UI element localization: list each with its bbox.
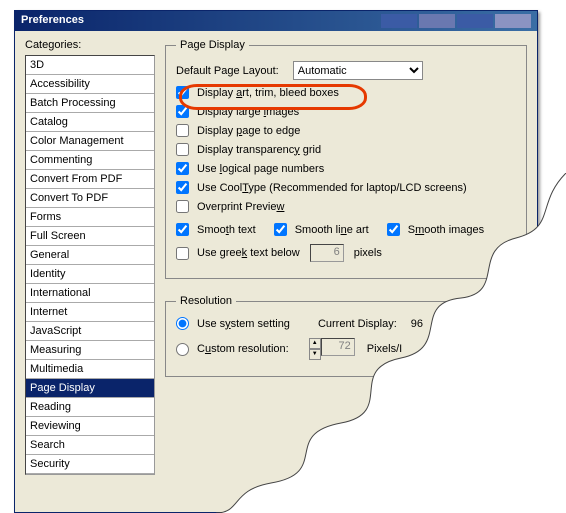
custom-resolution-spinner[interactable]: ▲▼ 72 xyxy=(309,338,355,360)
use-system-setting-radio[interactable] xyxy=(176,317,189,330)
categories-listbox[interactable]: 3DAccessibilityBatch ProcessingCatalogCo… xyxy=(25,55,155,475)
use-cooltype-checkbox[interactable] xyxy=(176,181,189,194)
use-greek-text-option[interactable]: Use greek text below xyxy=(176,247,300,260)
use-logical-page-numbers-checkbox[interactable] xyxy=(176,162,189,175)
display-page-to-edge-option[interactable]: Display page to edge xyxy=(176,124,300,137)
title-bar: Preferences xyxy=(15,11,537,31)
category-item[interactable]: Measuring xyxy=(26,341,154,360)
display-page-to-edge-checkbox[interactable] xyxy=(176,124,189,137)
category-item[interactable]: Convert To PDF xyxy=(26,189,154,208)
smooth-line-art-checkbox[interactable] xyxy=(274,223,287,236)
smooth-images-option[interactable]: Smooth images xyxy=(387,223,484,236)
category-item[interactable]: Convert From PDF xyxy=(26,170,154,189)
page-display-legend: Page Display xyxy=(176,39,249,51)
category-item[interactable]: Catalog xyxy=(26,113,154,132)
category-item[interactable]: Reading xyxy=(26,398,154,417)
greek-text-spinner: 6 xyxy=(310,244,344,262)
smooth-images-checkbox[interactable] xyxy=(387,223,400,236)
custom-resolution-option[interactable]: Custom resolution: xyxy=(176,343,289,356)
category-item[interactable]: Identity xyxy=(26,265,154,284)
category-item[interactable]: JavaScript xyxy=(26,322,154,341)
categories-label: Categories: xyxy=(25,39,155,51)
display-transparency-grid-checkbox[interactable] xyxy=(176,143,189,156)
category-item[interactable]: General xyxy=(26,246,154,265)
category-item[interactable]: Search xyxy=(26,436,154,455)
use-logical-page-numbers-option[interactable]: Use logical page numbers xyxy=(176,162,324,175)
smooth-text-option[interactable]: Smooth text xyxy=(176,223,256,236)
titlebar-decoration xyxy=(379,14,531,28)
use-system-setting-option[interactable]: Use system setting xyxy=(176,317,290,330)
greek-text-value: 6 xyxy=(310,244,344,262)
display-transparency-grid-option[interactable]: Display transparency grid xyxy=(176,143,321,156)
smooth-text-checkbox[interactable] xyxy=(176,223,189,236)
overprint-preview-option[interactable]: Overprint Preview xyxy=(176,200,284,213)
current-display-value: 96 xyxy=(411,318,423,330)
category-item[interactable]: Page Display xyxy=(26,379,154,398)
current-display-label: Current Display: xyxy=(318,318,397,330)
use-greek-text-checkbox[interactable] xyxy=(176,247,189,260)
default-page-layout-select[interactable]: Automatic xyxy=(293,61,423,80)
category-item[interactable]: International xyxy=(26,284,154,303)
smooth-line-art-option[interactable]: Smooth line art xyxy=(274,223,369,236)
resolution-legend: Resolution xyxy=(176,295,236,307)
category-item[interactable]: Internet xyxy=(26,303,154,322)
display-large-images-option[interactable]: Display large images xyxy=(176,105,299,118)
resolution-group: Resolution Use system setting Current Di… xyxy=(165,295,527,377)
category-item[interactable]: Accessibility xyxy=(26,75,154,94)
category-item[interactable]: Forms xyxy=(26,208,154,227)
category-item[interactable]: Reviewing xyxy=(26,417,154,436)
display-art-trim-bleed-checkbox[interactable] xyxy=(176,86,189,99)
chevron-down-icon[interactable]: ▼ xyxy=(309,349,321,360)
category-item[interactable]: Commenting xyxy=(26,151,154,170)
current-display-unit: Pixels xyxy=(441,318,470,330)
category-item[interactable]: 3D xyxy=(26,56,154,75)
greek-text-unit: pixels xyxy=(354,247,382,259)
use-cooltype-option[interactable]: Use CoolType (Recommended for laptop/LCD… xyxy=(176,181,467,194)
custom-resolution-value[interactable]: 72 xyxy=(321,338,355,356)
category-item[interactable]: Full Screen xyxy=(26,227,154,246)
default-page-layout-label: Default Page Layout: xyxy=(176,65,279,77)
category-item[interactable]: Multimedia xyxy=(26,360,154,379)
display-art-trim-bleed-option[interactable]: Display art, trim, bleed boxes xyxy=(176,86,339,99)
category-item[interactable]: Batch Processing xyxy=(26,94,154,113)
chevron-up-icon[interactable]: ▲ xyxy=(309,338,321,349)
page-display-group: Page Display Default Page Layout: Automa… xyxy=(165,39,527,279)
window-title: Preferences xyxy=(21,14,84,26)
category-item[interactable]: Security xyxy=(26,455,154,474)
category-item[interactable]: Spelling xyxy=(26,474,154,475)
custom-resolution-radio[interactable] xyxy=(176,343,189,356)
category-item[interactable]: Color Management xyxy=(26,132,154,151)
overprint-preview-checkbox[interactable] xyxy=(176,200,189,213)
display-large-images-checkbox[interactable] xyxy=(176,105,189,118)
custom-resolution-unit: Pixels/I xyxy=(367,343,402,355)
